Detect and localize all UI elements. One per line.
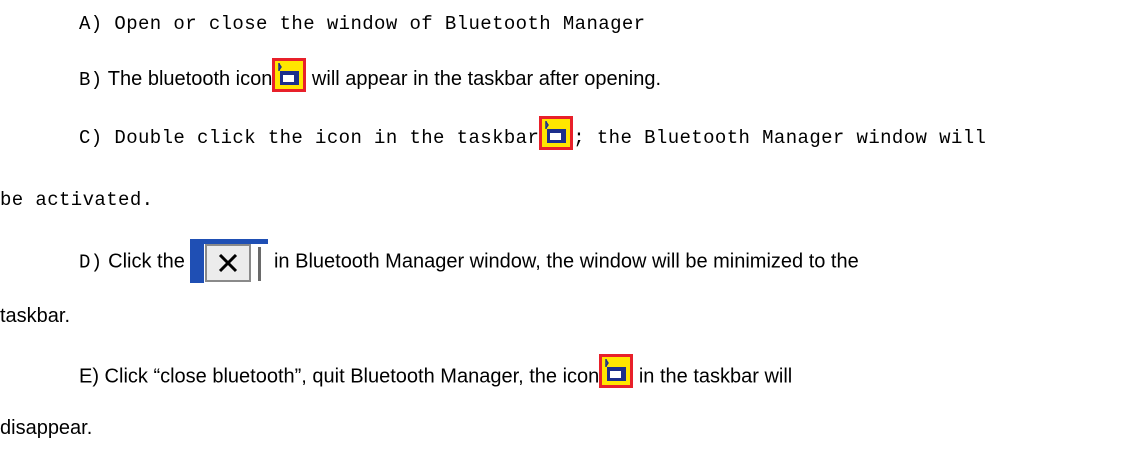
- item-b: B) The bluetooth icon will appear in the…: [0, 58, 1137, 98]
- item-d-text-before: Click the: [102, 250, 191, 273]
- item-e-text-before: E) Click “close bluetooth”, quit Bluetoo…: [79, 365, 600, 388]
- item-c-continuation: be activated.: [0, 184, 1137, 216]
- item-e-continuation: disappear.: [0, 412, 1137, 444]
- bluetooth-tray-icon: [272, 58, 307, 93]
- item-a: A) Open or close the window of Bluetooth…: [0, 8, 1137, 40]
- item-d-text-after: in Bluetooth Manager window, the window …: [268, 250, 859, 273]
- item-d-continuation-text: taskbar.: [0, 305, 71, 327]
- bluetooth-tray-icon: [599, 354, 634, 388]
- item-e-continuation-text: disappear.: [0, 417, 93, 439]
- item-e-text-after: in the taskbar will: [633, 365, 793, 388]
- item-b-text-before: The bluetooth icon: [102, 68, 273, 90]
- close-icon: [190, 239, 269, 283]
- item-c: C) Double click the icon in the taskbar …: [0, 116, 1137, 156]
- item-b-prefix: B): [79, 69, 103, 91]
- item-d-prefix: D): [79, 251, 103, 274]
- item-d: D) Click the in Bluetooth Manager window…: [0, 239, 1137, 286]
- item-d-continuation: taskbar.: [0, 300, 1137, 332]
- item-c-continuation-text: be activated.: [0, 189, 154, 211]
- item-b-text-after: will appear in the taskbar after opening…: [306, 68, 662, 90]
- item-e: E) Click “close bluetooth”, quit Bluetoo…: [0, 354, 1137, 394]
- item-c-text-after: ; the Bluetooth Manager window will: [573, 127, 987, 149]
- item-c-text-before: C) Double click the icon in the taskbar: [79, 127, 540, 149]
- item-a-text: A) Open or close the window of Bluetooth…: [79, 13, 646, 35]
- bluetooth-tray-icon: [539, 116, 574, 151]
